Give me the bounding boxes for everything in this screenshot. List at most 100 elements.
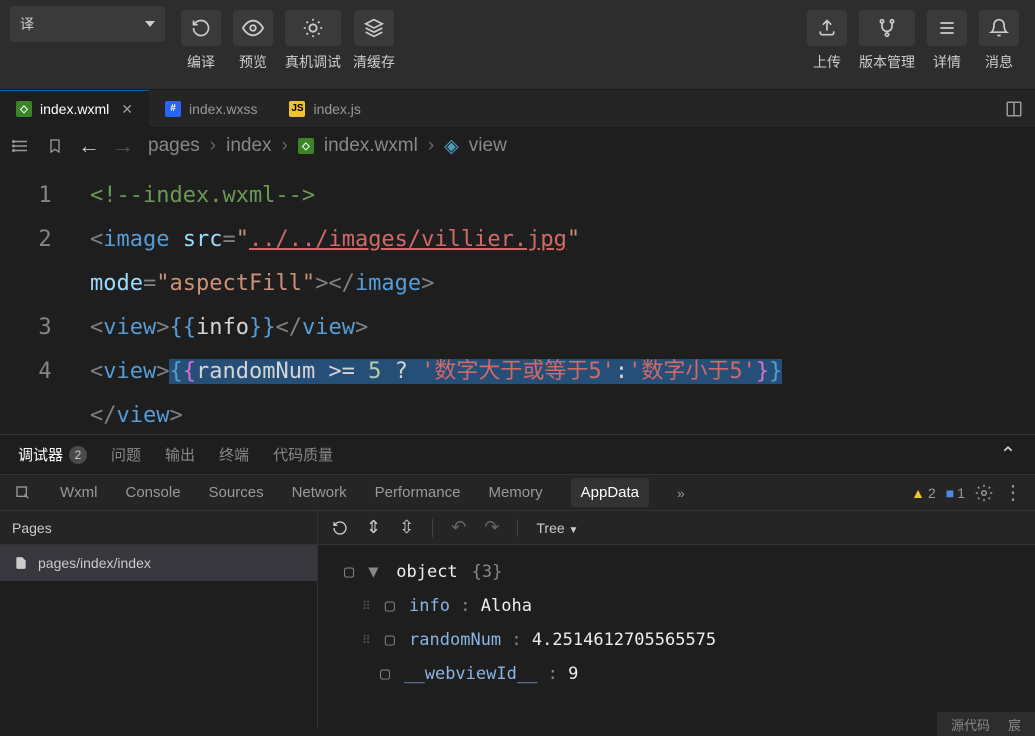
dt-sources[interactable]: Sources <box>209 484 264 501</box>
details-button[interactable]: 详情 <box>921 6 973 76</box>
tree-row-info[interactable]: ⠿ ▢ info : Aloha <box>394 589 1019 623</box>
editor-tabs: ◇ index.wxml ✕ # index.wxss JS index.js <box>0 90 1035 128</box>
tab-problems[interactable]: 问题 <box>111 444 141 465</box>
status-source[interactable]: 源代码 <box>951 715 990 734</box>
grip-icon: ⠿ <box>362 589 371 623</box>
warning-count[interactable]: ▲2 <box>911 485 936 501</box>
data-tree: ▢ ▼ object {3} ⠿ ▢ info : Aloha ⠿ ▢ rand… <box>318 545 1035 701</box>
dt-performance[interactable]: Performance <box>375 484 461 501</box>
tab-index-wxss[interactable]: # index.wxss <box>149 90 273 128</box>
code-line-2[interactable]: <image src="../../images/villier.jpg" <box>90 218 580 262</box>
tab-label: index.wxss <box>189 101 257 117</box>
more-tabs-button[interactable]: » <box>677 485 685 501</box>
tree-root[interactable]: ▢ ▼ object {3} <box>344 555 1019 589</box>
split-icon <box>1005 100 1023 118</box>
js-file-icon: JS <box>289 101 305 117</box>
crumb-symbol[interactable]: view <box>469 135 507 157</box>
code-line-1[interactable]: <!--index.wxml--> <box>90 174 315 218</box>
caret-down-icon <box>145 21 155 27</box>
tree-value: 4.2514612705565575 <box>532 630 716 650</box>
file-icon <box>14 555 28 571</box>
settings-button[interactable] <box>975 484 993 502</box>
bookmark-button[interactable] <box>46 137 64 155</box>
tab-terminal[interactable]: 终端 <box>219 444 249 465</box>
dt-network[interactable]: Network <box>292 484 347 501</box>
tab-code-quality[interactable]: 代码质量 <box>273 444 333 465</box>
nav-back-button[interactable]: ← <box>80 137 98 155</box>
expand-button[interactable]: ⇕ <box>366 517 381 538</box>
close-icon[interactable]: ✕ <box>121 101 133 118</box>
tree-key: info <box>409 596 450 616</box>
wxss-file-icon: # <box>165 101 181 117</box>
code-line-2b[interactable]: mode="aspectFill"></image> <box>90 262 434 306</box>
devtools-tabs: Wxml Console Sources Network Performance… <box>0 475 1035 511</box>
collapse-button[interactable]: ⇳ <box>399 517 414 538</box>
preview-button[interactable]: 预览 <box>227 6 279 76</box>
data-toolbar: ⇕ ⇳ ↶ ↷ Tree ▼ <box>318 511 1035 545</box>
page-item[interactable]: pages/index/index <box>0 545 317 581</box>
tab-label: 调试器 <box>18 444 63 465</box>
more-button[interactable]: ⋮ <box>1003 480 1021 505</box>
debugger-panel: 调试器 2 问题 输出 终端 代码质量 ⌃ Wxml Console Sourc… <box>0 434 1035 729</box>
refresh-button[interactable] <box>332 520 348 536</box>
view-mode[interactable]: Tree ▼ <box>536 520 578 536</box>
cube-icon: ◈ <box>444 135 459 158</box>
tree-row-randomnum[interactable]: ⠿ ▢ randomNum : 4.2514612705565575 <box>394 623 1019 657</box>
tree-key: randomNum <box>409 630 501 650</box>
compile-label: 编译 <box>187 52 215 72</box>
crumb-pages[interactable]: pages <box>148 135 200 157</box>
clear-cache-button[interactable]: 清缓存 <box>347 6 401 76</box>
compile-mode-dropdown[interactable]: 译 <box>10 6 165 42</box>
box-icon: ▢ <box>385 623 395 657</box>
code-editor[interactable]: 1 <!--index.wxml--> 2 <image src="../../… <box>0 164 1035 434</box>
version-button[interactable]: 版本管理 <box>853 6 921 76</box>
status-user[interactable]: 宸 <box>1008 715 1021 734</box>
tree-key: __webviewId__ <box>404 664 537 684</box>
grip-icon: ⠿ <box>362 623 371 657</box>
refresh-icon <box>191 18 211 38</box>
upload-button[interactable]: 上传 <box>801 6 853 76</box>
debugger-tabs: 调试器 2 问题 输出 终端 代码质量 ⌃ <box>0 435 1035 475</box>
real-device-button[interactable]: 真机调试 <box>279 6 347 76</box>
crumb-index[interactable]: index <box>226 135 271 157</box>
message-button[interactable]: 消息 <box>973 6 1025 76</box>
message-label: 消息 <box>985 52 1013 72</box>
chevron-right-icon: › <box>282 135 288 157</box>
box-icon: ▢ <box>344 555 354 589</box>
object-label: object <box>396 555 457 589</box>
undo-button[interactable]: ↶ <box>451 517 466 538</box>
inspect-button[interactable] <box>14 484 32 502</box>
outline-button[interactable] <box>12 137 30 155</box>
tab-index-wxml[interactable]: ◇ index.wxml ✕ <box>0 90 149 128</box>
crumb-file[interactable]: index.wxml <box>324 135 418 157</box>
top-toolbar: 译 编译 预览 真机调试 清缓存 上传 版本管理 详情 消息 <box>0 0 1035 90</box>
code-line-4b[interactable]: </view> <box>90 394 183 434</box>
gear-icon <box>975 484 993 502</box>
dt-memory[interactable]: Memory <box>488 484 542 501</box>
collapse-button[interactable]: ⌃ <box>999 446 1017 464</box>
tab-index-js[interactable]: JS index.js <box>273 90 376 128</box>
upload-icon <box>817 18 837 38</box>
info-count[interactable]: ■1 <box>946 485 965 501</box>
code-line-3[interactable]: <view>{{info}}</view> <box>90 306 368 350</box>
chevron-right-icon: › <box>210 135 216 157</box>
dt-console[interactable]: Console <box>126 484 181 501</box>
dt-wxml[interactable]: Wxml <box>60 484 98 501</box>
split-editor-button[interactable] <box>1005 100 1035 118</box>
appdata-body: Pages pages/index/index ⇕ ⇳ ↶ ↷ Tree ▼ ▢… <box>0 511 1035 729</box>
badge-count: 2 <box>69 446 87 464</box>
breadcrumb[interactable]: pages › index › ◇ index.wxml › ◈ view <box>148 135 507 158</box>
redo-button[interactable]: ↷ <box>484 517 499 538</box>
dt-appdata[interactable]: AppData <box>571 478 649 507</box>
line-number: 1 <box>0 174 90 218</box>
nav-forward-button[interactable]: → <box>114 137 132 155</box>
collapse-arrow-icon[interactable]: ▼ <box>368 555 382 589</box>
compile-button[interactable]: 编译 <box>175 6 227 76</box>
clear-cache-label: 清缓存 <box>353 52 395 72</box>
tab-output[interactable]: 输出 <box>165 444 195 465</box>
code-line-4[interactable]: <view>{{randomNum >= 5 ? '数字大于或等于5':'数字小… <box>90 350 782 394</box>
box-icon: ▢ <box>380 657 390 691</box>
tree-row-webviewid[interactable]: ▢ __webviewId__ : 9 <box>394 657 1019 691</box>
tab-debugger[interactable]: 调试器 2 <box>18 444 87 465</box>
line-number <box>0 262 90 306</box>
